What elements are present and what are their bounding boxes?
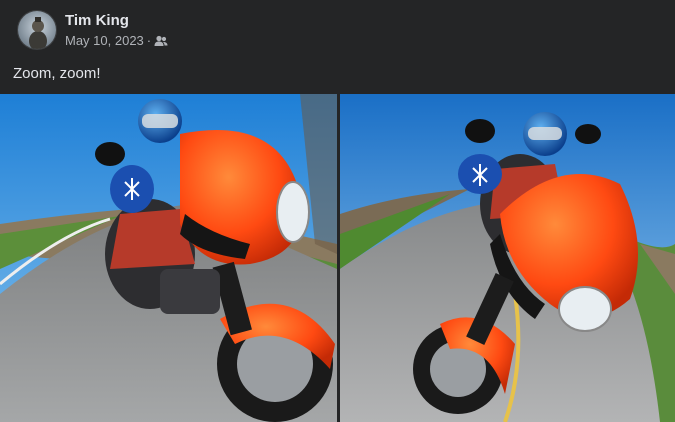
motorcycle-photo-left bbox=[0, 94, 337, 422]
post-header: Tim King May 10, 2023 · bbox=[0, 0, 675, 58]
avatar-image bbox=[18, 11, 56, 49]
photo-motorcycle-right[interactable] bbox=[340, 94, 675, 422]
post-meta: May 10, 2023 · bbox=[65, 33, 168, 48]
author-name[interactable]: Tim King bbox=[65, 12, 129, 29]
friends-icon[interactable] bbox=[154, 35, 168, 47]
post-date[interactable]: May 10, 2023 bbox=[65, 33, 144, 48]
author-avatar[interactable] bbox=[17, 10, 57, 50]
photo-motorcycle-left[interactable] bbox=[0, 94, 337, 422]
motorcycle-photo-right bbox=[340, 94, 675, 422]
meta-separator: · bbox=[146, 33, 152, 48]
post-text: Zoom, zoom! bbox=[13, 65, 101, 82]
